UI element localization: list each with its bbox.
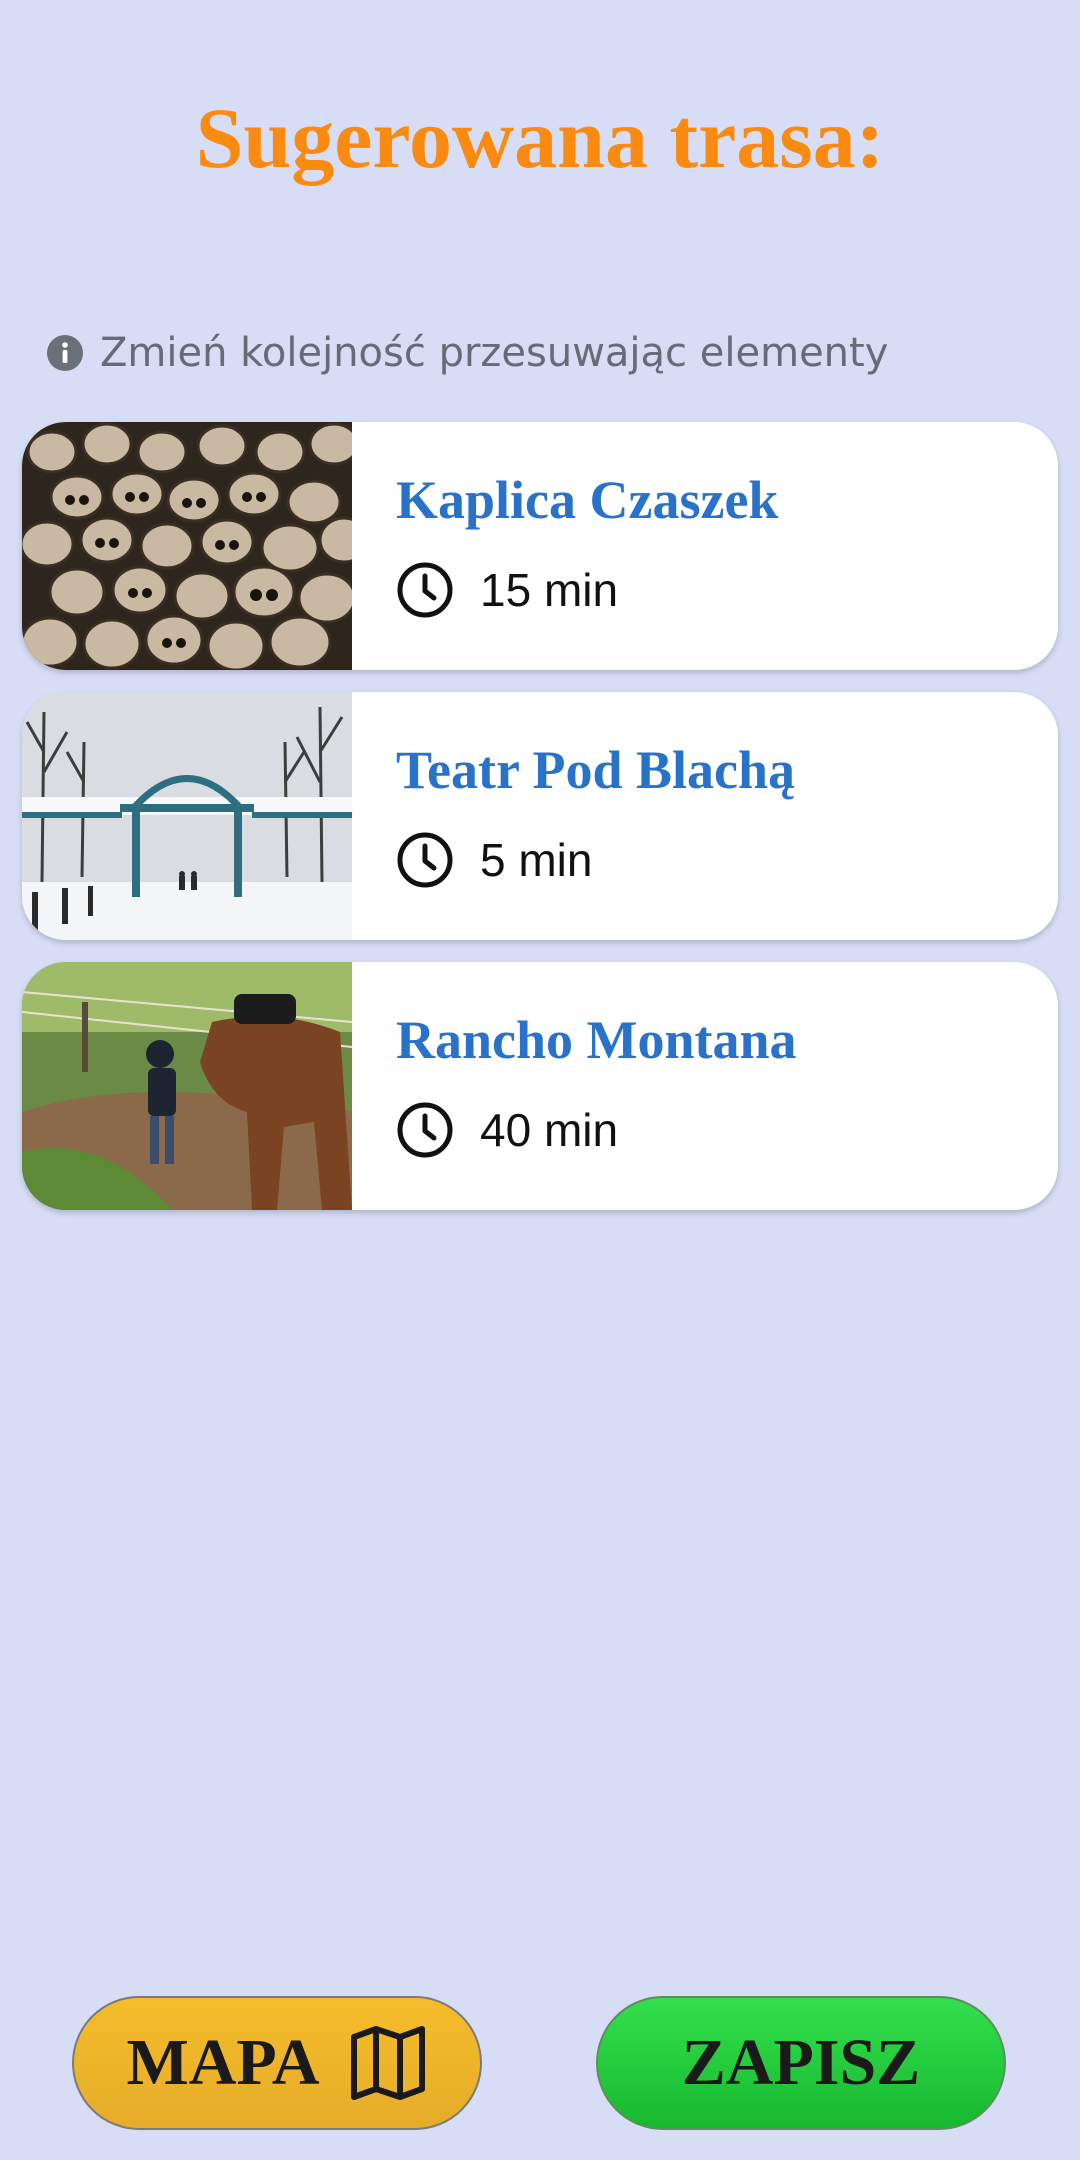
duration-text: 40 min — [480, 1104, 619, 1156]
page-title: Sugerowana trasa: — [195, 90, 885, 186]
duration: 5 min — [396, 831, 795, 889]
map-button[interactable]: MAPA — [72, 1996, 482, 2130]
reorder-hint: Zmień kolejność przesuwając elementy — [46, 330, 888, 376]
save-button-label: ZAPISZ — [681, 2026, 921, 2099]
hint-text: Zmień kolejność przesuwając elementy — [100, 330, 889, 376]
route-item-kaplica-czaszek[interactable]: Kaplica Czaszek 15 min — [22, 422, 1058, 670]
route-item-rancho-montana[interactable]: Rancho Montana 40 min — [22, 962, 1058, 1210]
place-name: Teatr Pod Blachą — [396, 740, 796, 800]
map-icon — [350, 2026, 425, 2100]
route-list: Kaplica Czaszek 15 min Teatr Pod Blachą … — [22, 422, 1058, 1232]
clock-icon — [397, 1102, 453, 1158]
skulls-photo — [22, 422, 352, 670]
duration-text: 5 min — [480, 834, 593, 886]
duration-text: 15 min — [480, 564, 619, 616]
child-with-horse-photo — [22, 962, 352, 1210]
place-name: Kaplica Czaszek — [396, 470, 779, 530]
map-button-label: MAPA — [126, 2026, 320, 2099]
route-item-teatr-pod-blacha[interactable]: Teatr Pod Blachą 5 min — [22, 692, 1058, 940]
save-button[interactable]: ZAPISZ — [596, 1996, 1006, 2130]
clock-icon — [397, 832, 453, 888]
clock-icon — [397, 562, 453, 618]
duration: 15 min — [396, 561, 778, 619]
place-name: Rancho Montana — [396, 1010, 797, 1070]
info-icon — [47, 335, 83, 371]
snowy-park-gate-photo — [22, 692, 352, 940]
duration: 40 min — [396, 1101, 797, 1159]
